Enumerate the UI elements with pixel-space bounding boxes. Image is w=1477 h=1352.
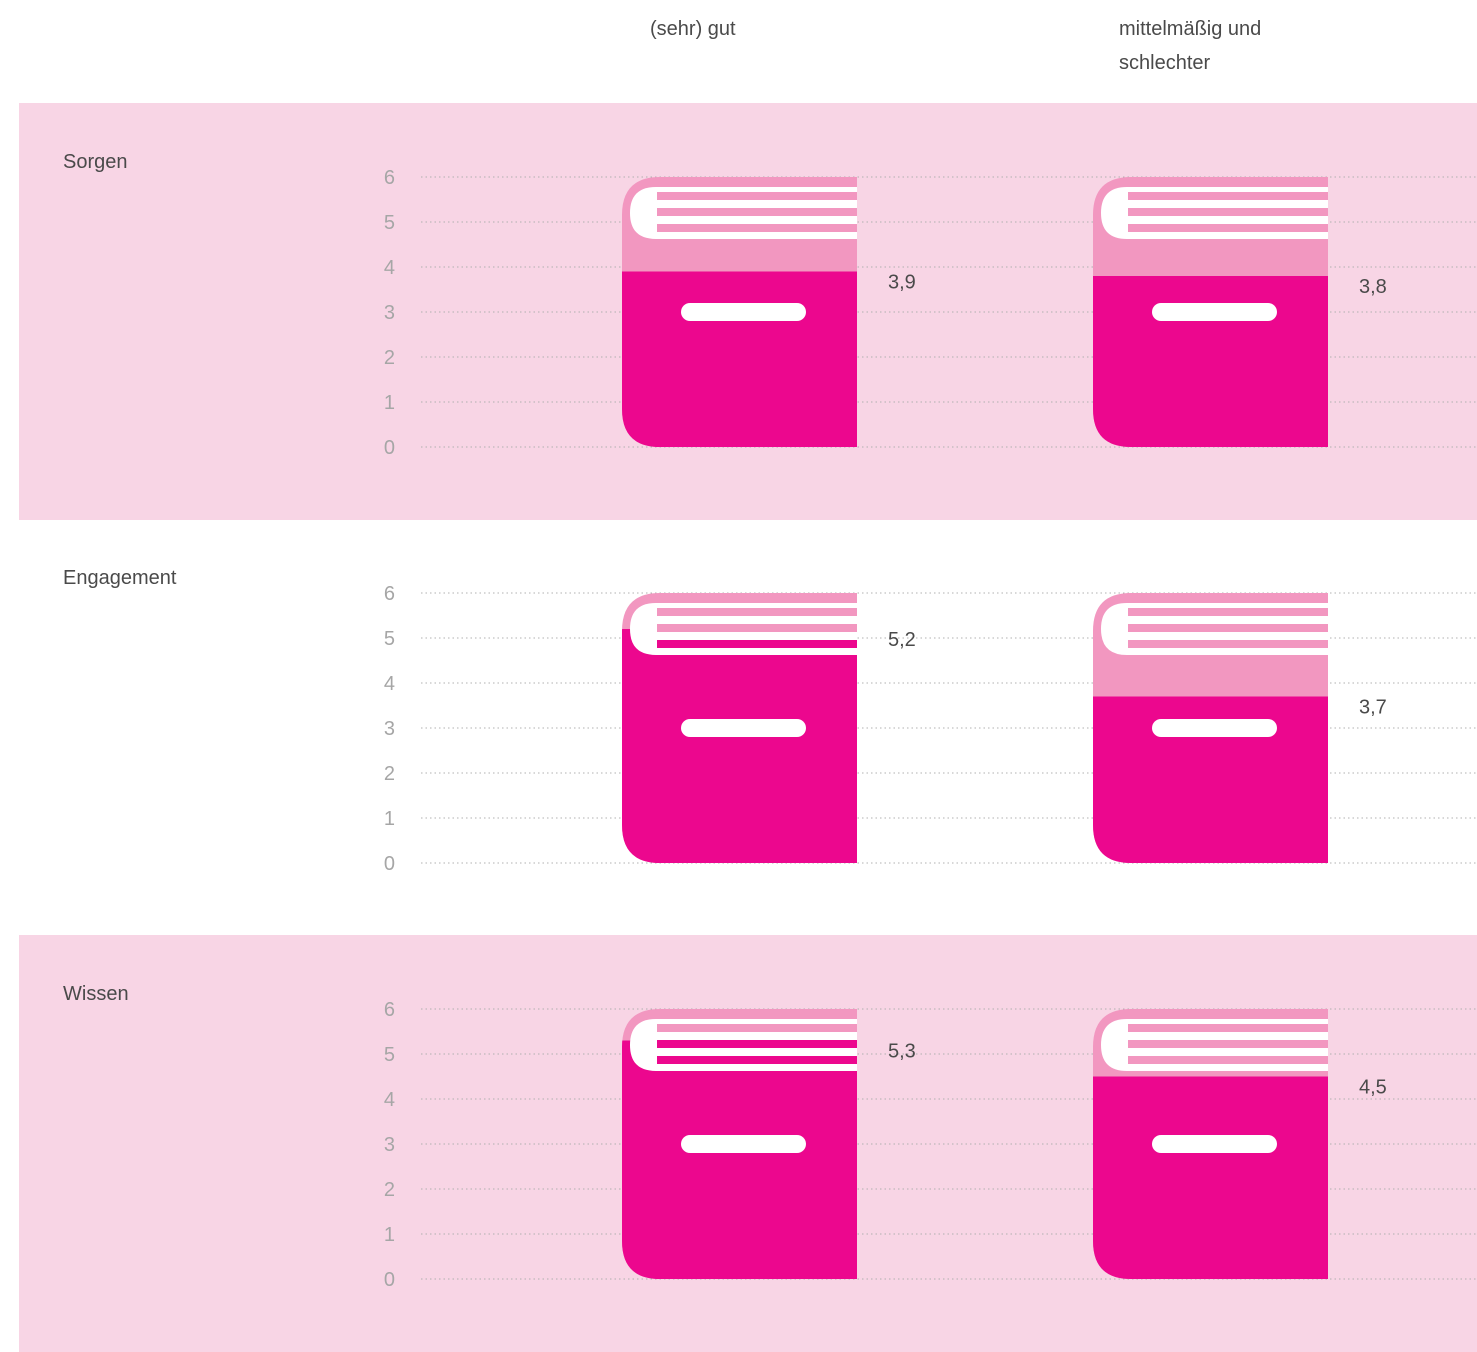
y-tick-label: 4 [384, 673, 395, 695]
bar-fill [1093, 276, 1328, 447]
y-tick-label: 1 [384, 392, 395, 414]
y-tick-label: 5 [384, 628, 395, 650]
data-label: 3,8 [1359, 276, 1387, 298]
y-tick-label: 1 [384, 1224, 395, 1246]
y-tick-label: 6 [384, 583, 395, 605]
y-tick-label: 3 [384, 718, 395, 740]
data-label: 3,7 [1359, 697, 1387, 719]
chart-svg: 0 1 2 3 4 5 6 5,3 4,5 [384, 999, 1477, 1291]
y-tick-label: 0 [384, 853, 395, 875]
data-label: 4,5 [1359, 1077, 1387, 1099]
bar-book-0 [622, 593, 857, 863]
y-tick-label: 1 [384, 808, 395, 830]
bar-book-1 [1093, 593, 1328, 863]
bar-fill [1093, 1076, 1328, 1279]
panel-wissen: Wissen 0 1 2 3 4 5 6 5,3 4,5 [19, 935, 1477, 1352]
book-cover-label [681, 1135, 806, 1153]
y-tick-label: 2 [384, 347, 395, 369]
panel-engagement: Engagement 0 1 2 3 4 5 6 5,2 3,7 [19, 519, 1477, 936]
bar-fill [622, 629, 857, 863]
column-header-medium-worse: mittelmäßig und schlechter [1119, 18, 1262, 74]
data-label: 3,9 [888, 272, 916, 294]
y-tick-label: 6 [384, 999, 395, 1021]
y-tick-label: 3 [384, 1134, 395, 1156]
bar-fill [622, 1040, 857, 1279]
book-cover-label [1152, 719, 1277, 737]
y-tick-label: 6 [384, 167, 395, 189]
y-tick-label: 0 [384, 1269, 395, 1291]
chart-svg: 0 1 2 3 4 5 6 5,2 3,7 [384, 583, 1477, 875]
y-tick-label: 4 [384, 1089, 395, 1111]
chart-svg: 0 1 2 3 4 5 6 3,9 3,8 [384, 167, 1477, 459]
y-tick-label: 5 [384, 212, 395, 234]
book-cover-label [1152, 303, 1277, 321]
data-label: 5,2 [888, 629, 916, 651]
y-tick-label: 0 [384, 437, 395, 459]
bar-book-0 [622, 1009, 857, 1279]
y-tick-label: 4 [384, 257, 395, 279]
book-cover-label [681, 719, 806, 737]
y-tick-label: 3 [384, 302, 395, 324]
bar-book-0 [622, 177, 857, 447]
bar-fill [622, 271, 857, 447]
column-header-good: (sehr) gut [650, 18, 736, 40]
bar-book-1 [1093, 1009, 1328, 1279]
y-tick-label: 2 [384, 763, 395, 785]
book-cover-label [1152, 1135, 1277, 1153]
panel-sorgen: Sorgen 0 1 2 3 4 5 6 3,9 3,8 [19, 103, 1477, 520]
data-label: 5,3 [888, 1041, 916, 1063]
book-cover-label [681, 303, 806, 321]
bar-book-1 [1093, 177, 1328, 447]
y-tick-label: 2 [384, 1179, 395, 1201]
y-tick-label: 5 [384, 1044, 395, 1066]
